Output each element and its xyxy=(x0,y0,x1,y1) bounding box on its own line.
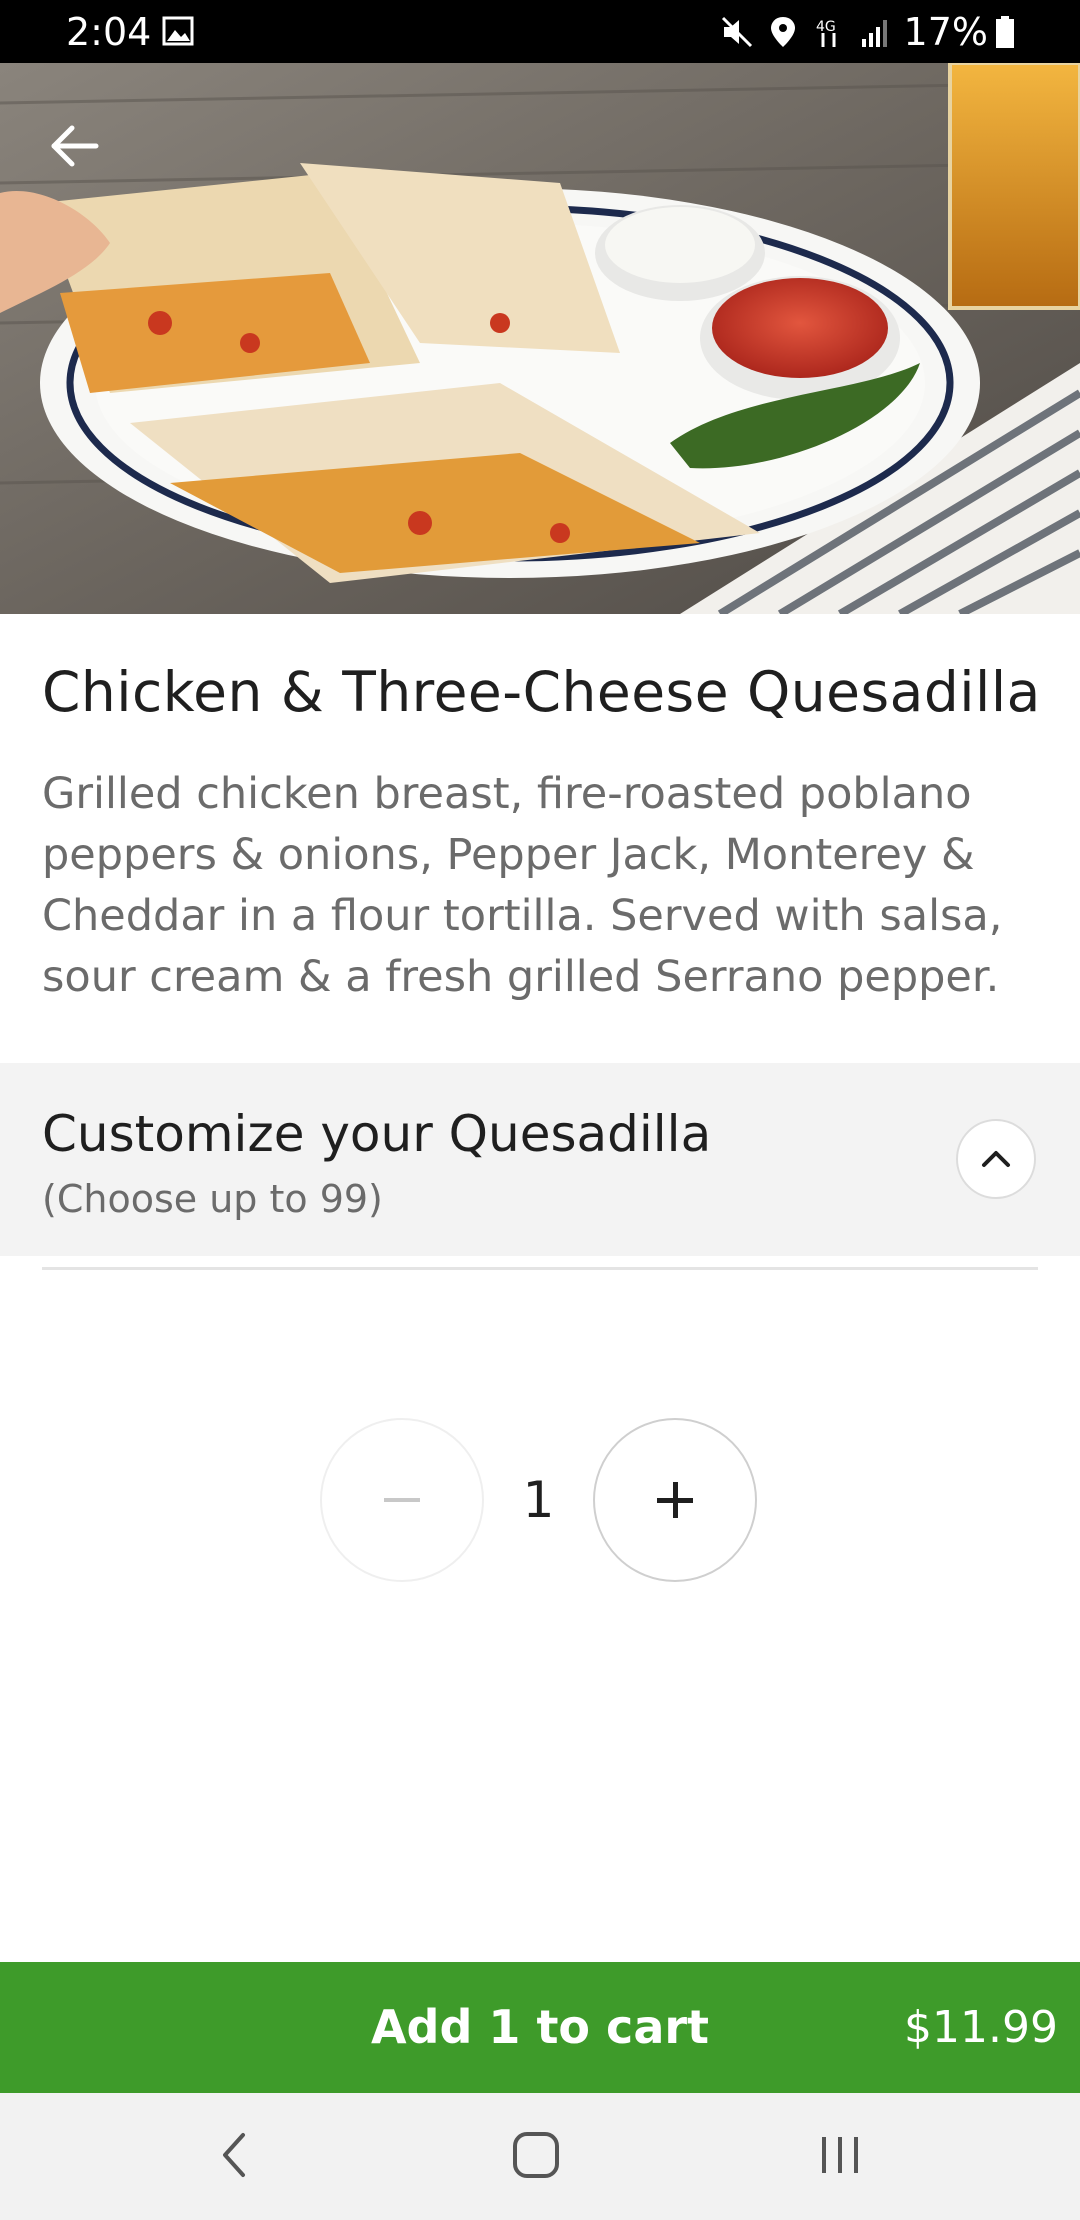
data-transfer-icon: 4G xyxy=(816,19,836,47)
add-to-cart-button[interactable]: Add 1 to cart $11.99 xyxy=(0,1962,1080,2093)
chevron-up-icon xyxy=(982,1151,1010,1167)
status-bar: 2:04 4G 17% xyxy=(0,0,1080,63)
quesadilla-photo-illustration xyxy=(0,63,1080,614)
system-navigation-bar xyxy=(0,2093,1080,2220)
nav-home-icon[interactable] xyxy=(506,2125,566,2185)
increase-quantity-button[interactable] xyxy=(593,1418,757,1582)
battery-icon xyxy=(996,15,1014,48)
back-arrow-icon[interactable] xyxy=(40,111,110,181)
location-icon xyxy=(770,16,795,47)
quantity-value: 1 xyxy=(522,1471,555,1529)
status-time: 2:04 xyxy=(66,10,152,54)
item-title: Chicken & Three-Cheese Quesadilla xyxy=(42,660,1041,724)
divider xyxy=(42,1267,1038,1270)
nav-recents-icon[interactable] xyxy=(810,2125,870,2185)
customize-section[interactable]: Customize your Quesadilla (Choose up to … xyxy=(0,1063,1080,1256)
item-description: Grilled chicken breast, fire-roasted pob… xyxy=(42,769,1003,1002)
cart-price: $11.99 xyxy=(904,2002,1058,2053)
customize-subtitle: (Choose up to 99) xyxy=(42,1177,383,1221)
minus-icon xyxy=(384,1498,420,1502)
status-icons: 4G 17% xyxy=(720,0,1080,63)
decrease-quantity-button[interactable] xyxy=(320,1418,484,1582)
collapse-button[interactable] xyxy=(956,1119,1036,1199)
signal-icon xyxy=(861,19,887,47)
nav-back-icon[interactable] xyxy=(205,2125,265,2185)
image-icon xyxy=(162,16,194,46)
plus-icon xyxy=(657,1482,693,1518)
svg-text:4G: 4G xyxy=(816,19,836,35)
mute-icon xyxy=(721,16,752,47)
battery-percentage: 17% xyxy=(903,9,988,54)
item-photo xyxy=(0,63,1080,614)
customize-title: Customize your Quesadilla xyxy=(42,1105,712,1163)
